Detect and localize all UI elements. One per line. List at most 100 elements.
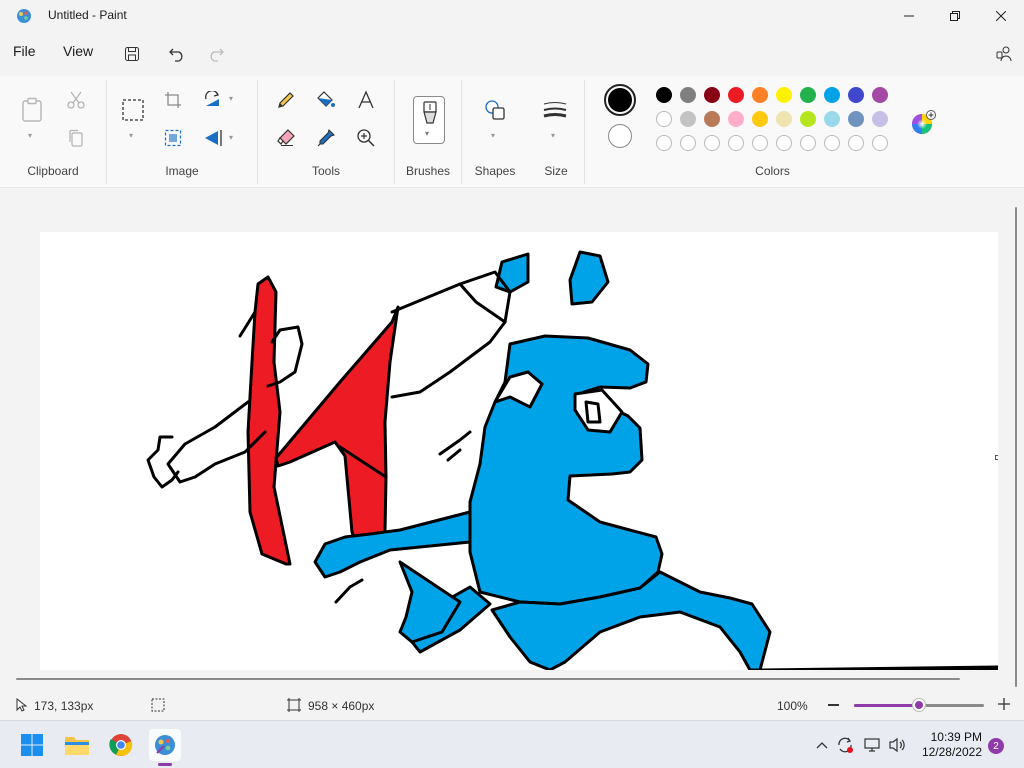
file-explorer-icon[interactable] bbox=[61, 729, 93, 761]
drawing-canvas[interactable] bbox=[40, 232, 998, 670]
sync-icon[interactable] bbox=[835, 735, 855, 755]
brush-chevron-icon: ▾ bbox=[425, 129, 430, 138]
tools-group: Tools bbox=[258, 76, 394, 188]
rotate-icon[interactable] bbox=[199, 86, 227, 114]
color-swatch[interactable] bbox=[752, 87, 768, 103]
brush-selector-button[interactable]: ▾ bbox=[413, 96, 445, 144]
custom-color-slot[interactable] bbox=[848, 135, 864, 151]
color-swatch[interactable] bbox=[704, 111, 720, 127]
color-swatch[interactable] bbox=[824, 87, 840, 103]
custom-color-slot[interactable] bbox=[800, 135, 816, 151]
redo-icon[interactable] bbox=[202, 40, 230, 68]
zoom-slider-fill bbox=[854, 704, 919, 707]
color-swatch[interactable] bbox=[752, 111, 768, 127]
brushes-group: ▾ Brushes bbox=[395, 76, 461, 188]
save-icon[interactable] bbox=[118, 40, 146, 68]
custom-color-slot[interactable] bbox=[656, 135, 672, 151]
show-hidden-icons-icon[interactable] bbox=[812, 735, 832, 755]
view-menu[interactable]: View bbox=[63, 43, 93, 59]
clock-date: 12/28/2022 bbox=[921, 745, 982, 759]
close-button[interactable] bbox=[978, 0, 1024, 32]
chrome-icon[interactable] bbox=[105, 729, 137, 761]
text-icon[interactable] bbox=[352, 86, 380, 114]
color-swatch[interactable] bbox=[728, 87, 744, 103]
notification-badge[interactable]: 2 bbox=[988, 738, 1004, 754]
maximize-button[interactable] bbox=[932, 0, 978, 32]
secondary-color-button[interactable] bbox=[608, 124, 632, 148]
color-swatch[interactable] bbox=[848, 111, 864, 127]
color-swatch[interactable] bbox=[872, 87, 888, 103]
network-icon[interactable] bbox=[862, 735, 882, 755]
taskbar: 10:39 PM 12/28/2022 2 bbox=[0, 720, 1024, 768]
minimize-button[interactable] bbox=[886, 0, 932, 32]
color-swatch[interactable] bbox=[680, 87, 696, 103]
undo-icon[interactable] bbox=[163, 40, 191, 68]
custom-color-slot[interactable] bbox=[872, 135, 888, 151]
custom-color-slot[interactable] bbox=[680, 135, 696, 151]
canvas-size-icon bbox=[287, 698, 301, 715]
cursor-icon bbox=[16, 697, 28, 715]
select-chevron-icon[interactable]: ▾ bbox=[129, 131, 133, 140]
primary-color-button[interactable] bbox=[604, 84, 636, 116]
selection-size-icon bbox=[151, 698, 165, 715]
account-icon[interactable] bbox=[990, 40, 1018, 68]
crop-icon[interactable] bbox=[159, 86, 187, 114]
color-swatch[interactable] bbox=[848, 87, 864, 103]
image-label: Image bbox=[165, 164, 199, 178]
horizontal-scrollbar[interactable] bbox=[16, 678, 960, 680]
zoom-level[interactable]: 100% bbox=[777, 699, 808, 713]
color-swatch[interactable] bbox=[776, 111, 792, 127]
color-swatch[interactable] bbox=[656, 111, 672, 127]
stroke-size-icon[interactable] bbox=[541, 96, 569, 124]
copy-icon[interactable] bbox=[62, 124, 90, 152]
custom-color-slot[interactable] bbox=[704, 135, 720, 151]
color-swatch[interactable] bbox=[872, 111, 888, 127]
size-group: ▾ Size bbox=[528, 76, 584, 188]
pencil-icon[interactable] bbox=[272, 86, 300, 114]
zoom-slider[interactable] bbox=[854, 699, 984, 711]
zoom-slider-thumb[interactable] bbox=[913, 699, 925, 711]
color-picker-icon[interactable] bbox=[312, 124, 340, 152]
custom-color-slot[interactable] bbox=[728, 135, 744, 151]
color-swatch[interactable] bbox=[728, 111, 744, 127]
file-menu[interactable]: File bbox=[13, 43, 36, 59]
paste-icon[interactable] bbox=[18, 96, 46, 124]
color-swatch[interactable] bbox=[800, 87, 816, 103]
system-clock[interactable]: 10:39 PM 12/28/2022 bbox=[912, 730, 982, 760]
color-swatch[interactable] bbox=[776, 87, 792, 103]
shapes-chevron-icon[interactable]: ▾ bbox=[491, 131, 495, 140]
edit-colors-icon[interactable] bbox=[910, 110, 936, 134]
magnifier-icon[interactable] bbox=[352, 124, 380, 152]
size-chevron-icon[interactable]: ▾ bbox=[551, 131, 555, 140]
flip-icon[interactable] bbox=[199, 124, 227, 152]
eraser-icon[interactable] bbox=[272, 124, 300, 152]
paste-chevron-icon[interactable]: ▾ bbox=[28, 131, 32, 140]
cut-icon[interactable] bbox=[62, 86, 90, 114]
title-bar: Untitled - Paint bbox=[0, 0, 1024, 32]
select-icon[interactable] bbox=[119, 96, 147, 124]
resize-icon[interactable] bbox=[159, 124, 187, 152]
custom-color-slot[interactable] bbox=[752, 135, 768, 151]
custom-color-slot[interactable] bbox=[824, 135, 840, 151]
color-swatch[interactable] bbox=[704, 87, 720, 103]
shapes-group: ▾ Shapes bbox=[462, 76, 528, 188]
rotate-chevron-icon[interactable]: ▾ bbox=[229, 94, 233, 103]
zoom-in-icon[interactable] bbox=[998, 698, 1010, 713]
color-swatch[interactable] bbox=[680, 111, 696, 127]
active-app-indicator bbox=[158, 763, 172, 766]
fill-icon[interactable] bbox=[312, 86, 340, 114]
color-swatch[interactable] bbox=[656, 87, 672, 103]
paint-taskbar-icon[interactable] bbox=[149, 729, 181, 761]
windows-start-icon[interactable] bbox=[16, 729, 48, 761]
flip-chevron-icon[interactable]: ▾ bbox=[229, 133, 233, 142]
color-swatch[interactable] bbox=[800, 111, 816, 127]
color-swatch[interactable] bbox=[824, 111, 840, 127]
shapes-icon[interactable] bbox=[481, 96, 509, 124]
volume-icon[interactable] bbox=[887, 735, 907, 755]
workspace bbox=[0, 189, 1024, 690]
custom-color-slot[interactable] bbox=[776, 135, 792, 151]
resize-handle-right[interactable] bbox=[995, 455, 998, 460]
vertical-scrollbar[interactable] bbox=[1015, 207, 1017, 687]
zoom-out-icon[interactable] bbox=[828, 704, 839, 706]
size-label: Size bbox=[544, 164, 568, 178]
